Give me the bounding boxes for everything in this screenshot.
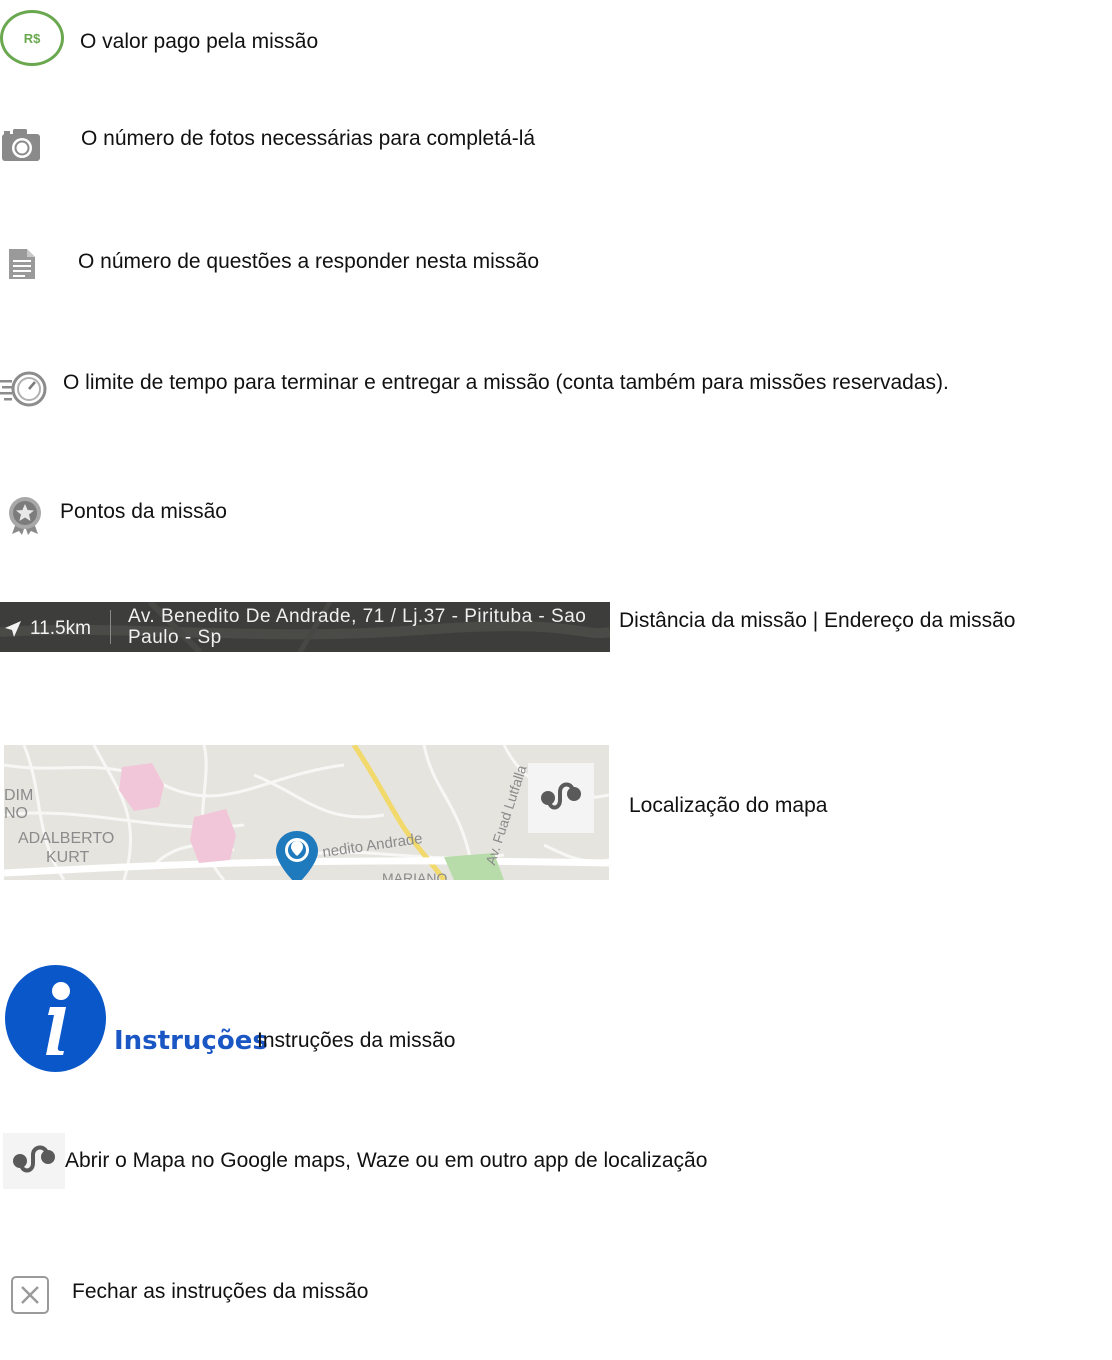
close-description: Fechar as instruções da missão <box>72 1280 369 1303</box>
address-text: Av. Benedito De Andrade, 71 / Lj.37 - Pi… <box>128 606 587 648</box>
time-limit-description: O limite de tempo para terminar e entreg… <box>63 371 949 394</box>
route-ab-icon <box>541 782 581 810</box>
close-button[interactable] <box>11 1276 49 1314</box>
map-preview[interactable]: DIM NO ADALBERTO KURT nedito Andrade Av.… <box>4 745 609 880</box>
close-icon <box>21 1286 39 1304</box>
map-location-description: Localização do mapa <box>629 794 828 817</box>
questions-description: O número de questões a responder nesta m… <box>78 250 540 273</box>
map-label: ADALBERTO <box>18 830 115 847</box>
map-label: MARIANO <box>382 870 448 880</box>
distance-address-description: Distância da missão | Endereço da missão <box>619 609 1016 632</box>
navigation-arrow-icon <box>4 620 22 638</box>
camera-icon <box>1 128 41 162</box>
instructions-description: Instruções da missão <box>257 1029 456 1052</box>
timer-icon <box>0 370 48 408</box>
medal-icon <box>6 495 44 535</box>
open-map-icon-sample <box>3 1133 65 1189</box>
points-description: Pontos da missão <box>60 500 227 523</box>
photos-description: O número de fotos necessárias para compl… <box>81 127 536 150</box>
reward-description: O valor pago pela missão <box>80 30 319 53</box>
route-ab-icon <box>13 1145 55 1173</box>
document-icon <box>8 248 36 280</box>
distance-address-bar: 11.5km Av. Benedito De Andrade, 71 / Lj.… <box>0 602 610 652</box>
open-map-button[interactable] <box>528 763 594 833</box>
map-pin-icon[interactable] <box>274 829 320 880</box>
divider <box>110 610 111 644</box>
info-icon[interactable] <box>5 965 106 1072</box>
map-label: DIM <box>4 787 34 804</box>
instructions-label[interactable]: Instruções <box>114 1026 268 1056</box>
map-label: NO <box>4 805 28 822</box>
open-map-description: Abrir o Mapa no Google maps, Waze ou em … <box>65 1149 708 1172</box>
map-label: KURT <box>46 849 90 866</box>
money-badge-icon: R$ <box>0 10 64 66</box>
distance-value: 11.5km <box>30 618 91 639</box>
